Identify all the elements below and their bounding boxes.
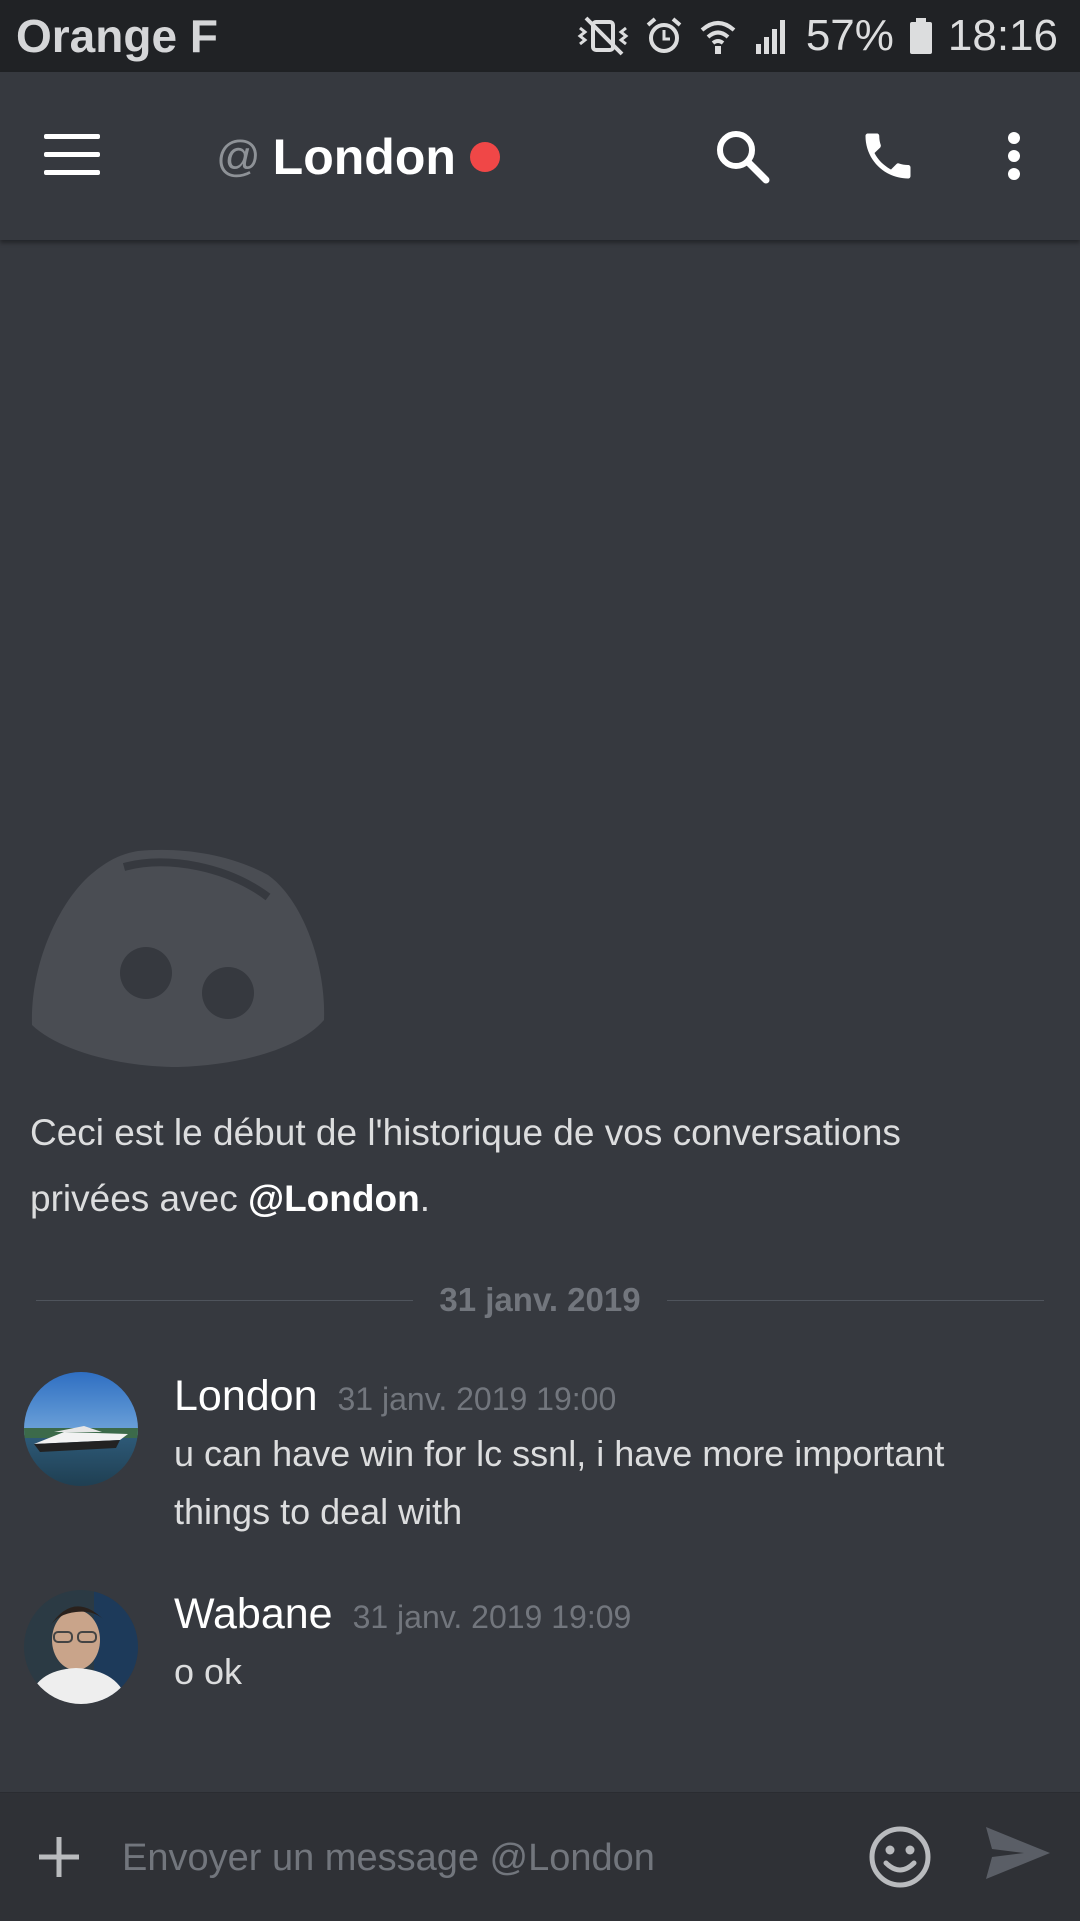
status-dot — [469, 142, 500, 172]
at-symbol: @ — [216, 132, 261, 181]
vibrate-mute-icon — [576, 16, 630, 56]
divider-line — [36, 1299, 414, 1301]
alarm-icon — [644, 16, 684, 56]
wifi-icon — [698, 16, 738, 56]
date-divider: 31 janv. 2019 — [36, 1280, 1044, 1320]
message-content: o ok — [174, 1651, 243, 1692]
divider-date: 31 janv. 2019 — [439, 1281, 641, 1318]
message-header: London 31 janv. 2019 19:00 — [174, 1372, 1044, 1421]
message-author[interactable]: London — [174, 1372, 318, 1421]
status-indicators: 57% 18:16 — [576, 11, 1058, 61]
message-header: Wabane 31 janv. 2019 19:09 — [174, 1590, 1044, 1639]
intro-mention[interactable]: @London — [248, 1178, 420, 1219]
carrier-name: Orange F — [16, 10, 218, 62]
channel-header: @ London — [0, 72, 1080, 240]
avatar[interactable] — [24, 1590, 138, 1704]
hamburger-menu-icon[interactable] — [44, 134, 100, 176]
battery-percent: 57% — [805, 11, 894, 60]
more-vertical-icon[interactable] — [978, 120, 1050, 192]
intro-text: Ceci est le début de l'historique de vos… — [30, 1112, 901, 1219]
clock-time: 18:16 — [947, 11, 1058, 60]
message-author[interactable]: Wabane — [174, 1590, 333, 1639]
message-timestamp: 31 janv. 2019 19:00 — [337, 1381, 617, 1417]
message-composer — [0, 1792, 1080, 1921]
channel-name: London — [272, 129, 456, 185]
send-icon[interactable] — [984, 1823, 1056, 1891]
emoji-icon[interactable] — [866, 1823, 934, 1891]
add-attachment-icon[interactable] — [34, 1827, 84, 1887]
discord-logo-icon — [28, 845, 328, 1075]
divider-line — [666, 1299, 1044, 1301]
avatar[interactable] — [24, 1372, 138, 1486]
search-icon[interactable] — [706, 120, 778, 192]
status-bar: Orange F 57% 18:16 — [0, 0, 1080, 72]
battery-icon — [908, 16, 934, 56]
message-body: Wabane 31 janv. 2019 19:09 o ok — [174, 1590, 1044, 1701]
signal-icon — [752, 16, 792, 56]
message-timestamp: 31 janv. 2019 19:09 — [352, 1599, 632, 1635]
message-input[interactable] — [120, 1821, 824, 1895]
channel-title[interactable]: @ London — [216, 122, 500, 192]
phone-icon[interactable] — [852, 120, 924, 192]
conversation-intro: Ceci est le début de l'historique de vos… — [30, 1100, 1030, 1232]
intro-suffix: . — [419, 1178, 430, 1219]
message-content: u can have win for lc ssnl, i have more … — [174, 1433, 945, 1532]
message-body: London 31 janv. 2019 19:00 u can have wi… — [174, 1372, 1044, 1541]
